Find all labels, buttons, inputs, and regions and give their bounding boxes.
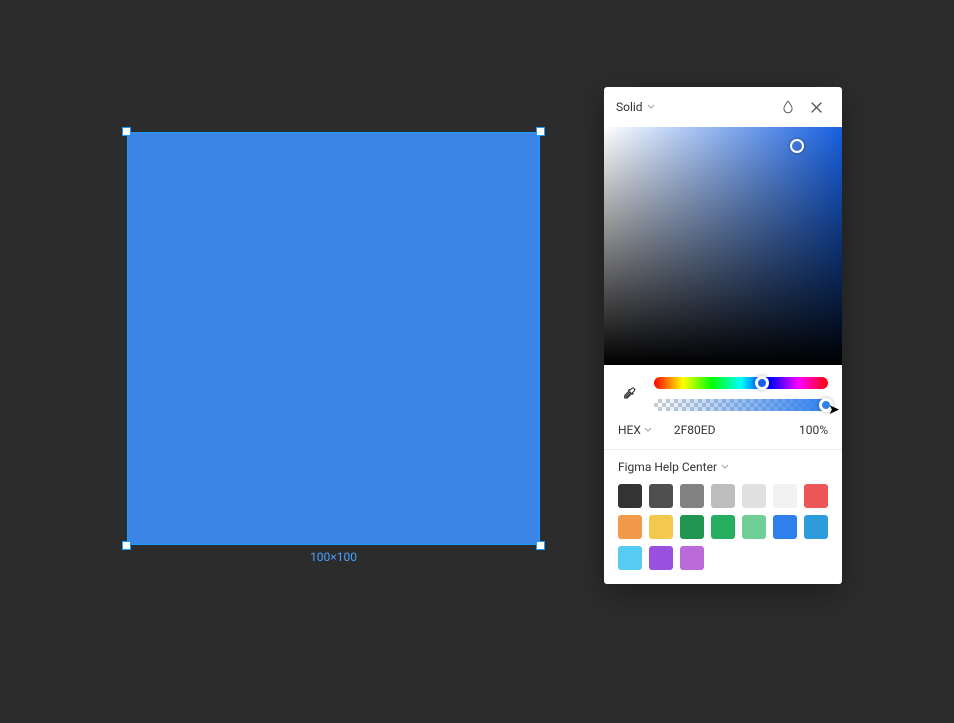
selected-shape[interactable]: 100×100 (127, 132, 540, 545)
color-swatch[interactable] (649, 515, 673, 539)
color-picker-panel: Solid ➤ HEX 2F80ED (604, 87, 842, 584)
chevron-down-icon (644, 427, 652, 433)
resize-handle-bottom-left[interactable] (122, 541, 131, 550)
fill-type-label: Solid (616, 100, 643, 114)
color-swatch[interactable] (773, 484, 797, 508)
color-swatch[interactable] (804, 515, 828, 539)
close-button[interactable] (802, 93, 830, 121)
color-swatch[interactable] (618, 546, 642, 570)
color-swatch[interactable] (680, 515, 704, 539)
dimensions-label: 100×100 (310, 550, 357, 564)
eyedropper-button[interactable] (618, 382, 642, 406)
eyedropper-icon (622, 386, 638, 402)
color-swatch[interactable] (773, 515, 797, 539)
chevron-down-icon (647, 104, 655, 110)
color-swatch[interactable] (742, 484, 766, 508)
resize-handle-top-left[interactable] (122, 127, 131, 136)
resize-handle-top-right[interactable] (536, 127, 545, 136)
close-icon (810, 101, 823, 114)
rectangle-fill (127, 132, 540, 545)
color-value-row: HEX 2F80ED 100% (604, 415, 842, 449)
swatch-grid (618, 484, 828, 570)
blend-mode-button[interactable] (774, 93, 802, 121)
color-mode-label: HEX (618, 423, 641, 437)
color-swatch[interactable] (711, 484, 735, 508)
color-mode-dropdown[interactable]: HEX (618, 423, 652, 437)
alpha-slider[interactable]: ➤ (654, 399, 828, 411)
color-library: Figma Help Center (604, 449, 842, 584)
library-dropdown[interactable]: Figma Help Center (618, 460, 828, 474)
picker-header: Solid (604, 87, 842, 127)
alpha-thumb[interactable] (819, 398, 833, 412)
color-swatch[interactable] (742, 515, 766, 539)
library-name: Figma Help Center (618, 460, 717, 474)
saturation-value-field[interactable] (604, 127, 842, 365)
color-swatch[interactable] (804, 484, 828, 508)
hue-thumb[interactable] (755, 376, 769, 390)
color-swatch[interactable] (680, 546, 704, 570)
color-swatch[interactable] (618, 484, 642, 508)
color-swatch[interactable] (711, 515, 735, 539)
chevron-down-icon (721, 464, 729, 470)
slider-row: ➤ (604, 365, 842, 415)
opacity-input[interactable]: 100% (799, 423, 828, 437)
color-swatch[interactable] (618, 515, 642, 539)
color-swatch[interactable] (649, 484, 673, 508)
fill-type-dropdown[interactable]: Solid (616, 100, 774, 114)
hex-input[interactable]: 2F80ED (664, 423, 787, 437)
hue-slider[interactable] (654, 377, 828, 389)
droplet-icon (781, 100, 795, 114)
color-swatch[interactable] (680, 484, 704, 508)
sv-thumb[interactable] (790, 139, 804, 153)
resize-handle-bottom-right[interactable] (536, 541, 545, 550)
color-swatch[interactable] (649, 546, 673, 570)
